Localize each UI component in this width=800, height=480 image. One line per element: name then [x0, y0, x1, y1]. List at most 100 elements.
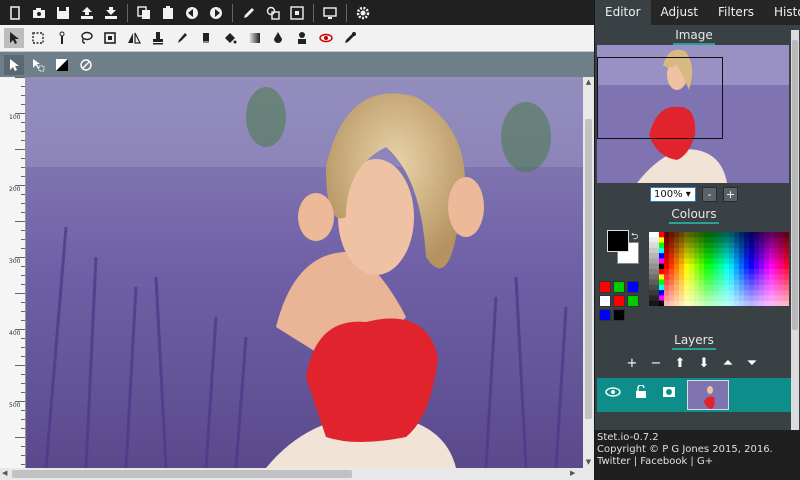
palette-cell[interactable]: [649, 242, 655, 249]
palette-cell[interactable]: [679, 290, 685, 296]
palette-cell[interactable]: [659, 295, 665, 301]
palette-cell[interactable]: [679, 253, 685, 259]
palette-cell[interactable]: [679, 274, 685, 280]
palette-cell[interactable]: [699, 253, 705, 259]
scroll-thumb[interactable]: [12, 470, 352, 478]
palette-cell[interactable]: [749, 295, 755, 301]
palette-cell[interactable]: [764, 247, 770, 254]
palette-cell[interactable]: [654, 274, 660, 280]
palette-cell[interactable]: [704, 274, 710, 280]
palette-cell[interactable]: [739, 300, 745, 306]
palette-cell[interactable]: [669, 263, 675, 270]
palette-cell[interactable]: [769, 247, 775, 254]
swap-colours-icon[interactable]: ⮌: [631, 229, 638, 245]
palette-cell[interactable]: [699, 300, 705, 306]
palette-cell[interactable]: [654, 247, 660, 254]
palette-cell[interactable]: [769, 258, 775, 264]
palette-cell[interactable]: [774, 258, 780, 264]
palette-cell[interactable]: [719, 237, 725, 243]
palette-cell[interactable]: [724, 247, 730, 254]
palette-cell[interactable]: [719, 269, 725, 275]
palette-cell[interactable]: [679, 269, 685, 275]
palette-cell[interactable]: [744, 258, 750, 264]
palette-cell[interactable]: [659, 263, 665, 270]
flip-icon[interactable]: [124, 28, 144, 48]
palette-cell[interactable]: [744, 242, 750, 249]
palette-cell[interactable]: [769, 232, 775, 238]
layer-top-icon[interactable]: ⏶: [719, 357, 737, 371]
palette-cell[interactable]: [734, 247, 740, 254]
invert-icon[interactable]: [52, 55, 72, 75]
stamp-icon[interactable]: [148, 28, 168, 48]
palette-cell[interactable]: [669, 290, 675, 296]
layer-down-icon[interactable]: ⬇: [695, 357, 713, 371]
upload-icon[interactable]: [77, 3, 97, 23]
palette-cell[interactable]: [729, 253, 735, 259]
palette-cell[interactable]: [684, 274, 690, 280]
palette-cell[interactable]: [759, 253, 765, 259]
palette-cell[interactable]: [739, 237, 745, 243]
palette-cell[interactable]: [764, 232, 770, 238]
copy-icon[interactable]: [134, 3, 154, 23]
palette-cell[interactable]: [779, 284, 785, 291]
palette-cell[interactable]: [694, 242, 700, 249]
scroll-up-icon[interactable]: ▲: [584, 78, 593, 87]
palette-cell[interactable]: [779, 247, 785, 254]
palette-cell[interactable]: [649, 253, 655, 259]
palette-cell[interactable]: [729, 269, 735, 275]
camera-icon[interactable]: [29, 3, 49, 23]
palette-cell[interactable]: [774, 232, 780, 238]
palette-cell[interactable]: [749, 253, 755, 259]
palette-cell[interactable]: [684, 258, 690, 264]
palette-cell[interactable]: [754, 242, 760, 249]
palette-cell[interactable]: [764, 253, 770, 259]
palette-cell[interactable]: [729, 258, 735, 264]
palette-cell[interactable]: [724, 284, 730, 291]
palette-cell[interactable]: [694, 247, 700, 254]
palette-cell[interactable]: [769, 290, 775, 296]
palette-cell[interactable]: [764, 237, 770, 243]
palette-cell[interactable]: [669, 258, 675, 264]
palette-cell[interactable]: [729, 290, 735, 296]
palette-cell[interactable]: [774, 237, 780, 243]
palette-cell[interactable]: [674, 279, 680, 286]
palette-cell[interactable]: [739, 232, 745, 238]
palette-cell[interactable]: [774, 279, 780, 286]
palette-cell[interactable]: [739, 263, 745, 270]
palette-cell[interactable]: [714, 290, 720, 296]
palette-cell[interactable]: [649, 290, 655, 296]
palette-cell[interactable]: [779, 258, 785, 264]
palette-cell[interactable]: [664, 253, 670, 259]
colour-swatch[interactable]: [599, 295, 611, 307]
palette-cell[interactable]: [694, 237, 700, 243]
palette-cell[interactable]: [689, 242, 695, 249]
palette-cell[interactable]: [779, 263, 785, 270]
palette-cell[interactable]: [784, 269, 789, 275]
palette-cell[interactable]: [764, 242, 770, 249]
palette-cell[interactable]: [669, 232, 675, 238]
palette-cell[interactable]: [679, 258, 685, 264]
palette-cell[interactable]: [744, 290, 750, 296]
palette-cell[interactable]: [709, 300, 715, 306]
palette-cell[interactable]: [669, 274, 675, 280]
layer-thumbnail[interactable]: [687, 380, 729, 410]
palette-cell[interactable]: [704, 253, 710, 259]
palette-cell[interactable]: [749, 279, 755, 286]
facebook-link[interactable]: Facebook: [640, 456, 687, 467]
layer-item[interactable]: [597, 378, 791, 412]
tab-adjust[interactable]: Adjust: [651, 0, 709, 25]
palette-cell[interactable]: [734, 237, 740, 243]
palette-cell[interactable]: [719, 300, 725, 306]
palette-cell[interactable]: [714, 274, 720, 280]
palette-cell[interactable]: [784, 232, 789, 238]
palette-cell[interactable]: [669, 279, 675, 286]
palette-cell[interactable]: [744, 263, 750, 270]
tab-editor[interactable]: Editor: [595, 0, 651, 25]
palette-cell[interactable]: [739, 295, 745, 301]
palette-cell[interactable]: [709, 253, 715, 259]
palette-cell[interactable]: [769, 295, 775, 301]
palette-cell[interactable]: [754, 279, 760, 286]
palette-cell[interactable]: [784, 237, 789, 243]
palette-cell[interactable]: [649, 263, 655, 270]
palette-cell[interactable]: [654, 242, 660, 249]
